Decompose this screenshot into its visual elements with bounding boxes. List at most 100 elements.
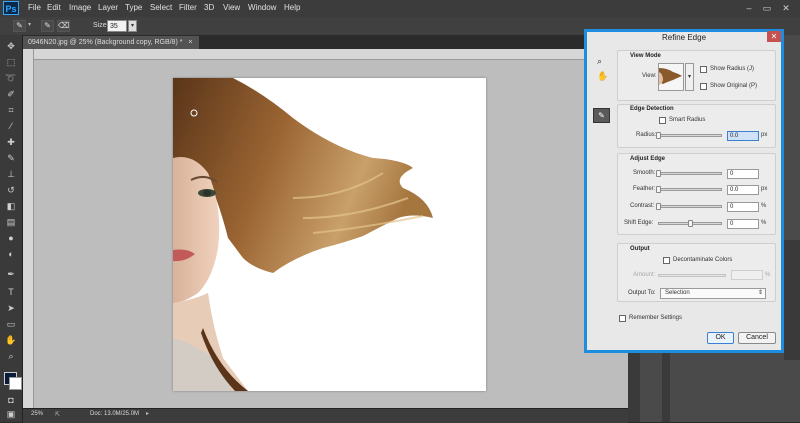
eyedropper-tool-icon[interactable]: ⁄ xyxy=(4,120,18,133)
feather-slider[interactable] xyxy=(658,188,722,191)
remember-settings-label: Remember Settings xyxy=(629,315,683,321)
blur-tool-icon[interactable]: ● xyxy=(4,232,18,245)
screen-mode-icon[interactable]: ▣ xyxy=(4,408,18,421)
zoom-tool-icon[interactable]: ⌕ xyxy=(4,350,18,363)
smart-radius-checkbox[interactable] xyxy=(659,117,666,124)
amount-slider xyxy=(658,274,726,277)
menu-window[interactable]: Window xyxy=(248,3,276,12)
shift-edge-input[interactable]: 0 xyxy=(727,219,759,229)
contrast-slider-handle[interactable] xyxy=(656,203,661,210)
feather-label: Feather: xyxy=(633,186,656,192)
path-select-tool-icon[interactable]: ➤ xyxy=(4,302,18,315)
radius-label: Radius: xyxy=(636,132,657,138)
menu-layer[interactable]: Layer xyxy=(98,3,118,12)
pen-tool-icon[interactable]: ✒ xyxy=(4,268,18,281)
contrast-input[interactable]: 0 xyxy=(727,202,759,212)
decontaminate-label: Decontaminate Colors xyxy=(673,257,733,263)
smooth-input[interactable]: 0 xyxy=(727,169,759,179)
portrait-image xyxy=(173,78,433,391)
erase-refinements-icon[interactable]: ⌫ xyxy=(57,20,70,32)
remember-settings-checkbox[interactable] xyxy=(619,315,626,322)
panel-dock xyxy=(784,240,800,360)
menu-help[interactable]: Help xyxy=(284,3,300,12)
size-input[interactable]: 35 xyxy=(107,20,127,32)
menu-3d[interactable]: 3D xyxy=(204,3,214,12)
gradient-tool-icon[interactable]: ▤ xyxy=(4,216,18,229)
menu-edit[interactable]: Edit xyxy=(47,3,61,12)
shift-edge-slider-handle[interactable] xyxy=(688,220,693,227)
amount-unit: % xyxy=(765,272,771,278)
dialog-close-icon[interactable]: ✕ xyxy=(767,31,781,42)
menu-select[interactable]: Select xyxy=(150,3,172,12)
document-tab[interactable]: 0946N20.jpg @ 25% (Background copy, RGB/… xyxy=(23,36,199,49)
hand-tool-icon[interactable]: ✋ xyxy=(4,334,18,347)
refine-radius-icon[interactable]: ✎ xyxy=(41,20,54,32)
marquee-tool-icon[interactable]: ⬚ xyxy=(4,56,18,69)
document-tab-title: 0946N20.jpg @ 25% (Background copy, RGB/… xyxy=(28,39,183,46)
eraser-tool-icon[interactable]: ◧ xyxy=(4,200,18,213)
refine-radius-tool-icon[interactable]: ✎ xyxy=(593,108,610,123)
background-color-swatch[interactable] xyxy=(9,377,22,390)
zoom-level[interactable]: 25% xyxy=(31,411,43,417)
view-thumbnail[interactable] xyxy=(658,63,684,91)
healing-tool-icon[interactable]: ✚ xyxy=(4,136,18,149)
output-to-label: Output To: xyxy=(628,290,656,296)
shape-tool-icon[interactable]: ▭ xyxy=(4,318,18,331)
ruler-horizontal xyxy=(23,49,628,60)
show-original-label: Show Original (P) xyxy=(710,83,758,89)
radius-unit: px xyxy=(761,132,768,138)
view-dropdown-icon[interactable]: ▾ xyxy=(685,63,694,91)
history-brush-tool-icon[interactable]: ↺ xyxy=(4,184,18,197)
size-dropdown-icon[interactable]: ▾ xyxy=(128,20,137,32)
radius-input[interactable]: 0.0 xyxy=(727,131,759,141)
hand-icon[interactable]: ✋ xyxy=(597,71,608,82)
view-thumbnail-image xyxy=(659,68,682,85)
chevron-down-icon[interactable]: ▾ xyxy=(28,21,31,28)
show-radius-label: Show Radius (J) xyxy=(710,66,755,72)
export-icon[interactable]: ⇱ xyxy=(55,411,60,418)
adjust-edge-heading: Adjust Edge xyxy=(630,156,666,162)
cancel-button[interactable]: Cancel xyxy=(738,332,776,344)
feather-slider-handle[interactable] xyxy=(656,186,661,193)
show-radius-checkbox[interactable] xyxy=(700,66,707,73)
brush-tool-icon[interactable]: ✎ xyxy=(4,152,18,165)
shift-edge-unit: % xyxy=(761,220,767,226)
output-to-select[interactable]: Selection ⇕ xyxy=(660,288,766,299)
ok-button[interactable]: OK xyxy=(707,332,734,344)
radius-slider-handle[interactable] xyxy=(656,132,661,139)
move-tool-icon[interactable]: ✥ xyxy=(4,40,18,53)
smart-radius-label: Smart Radius xyxy=(669,117,706,123)
menu-file[interactable]: File xyxy=(28,3,41,12)
smooth-slider-handle[interactable] xyxy=(656,170,661,177)
dodge-tool-icon[interactable]: ◐ xyxy=(4,248,18,261)
view-mode-heading: View Mode xyxy=(630,53,661,59)
amount-label: Amount: xyxy=(633,272,656,278)
quick-mask-icon[interactable]: ◘ xyxy=(4,394,18,407)
menu-image[interactable]: Image xyxy=(69,3,91,12)
lasso-tool-icon[interactable]: ➰ xyxy=(4,72,18,85)
maximize-icon[interactable]: ▭ xyxy=(760,2,774,14)
close-icon[interactable]: ✕ xyxy=(779,2,793,14)
close-tab-icon[interactable]: × xyxy=(188,39,192,46)
menu-view[interactable]: View xyxy=(223,3,240,12)
edge-detection-heading: Edge Detection xyxy=(630,106,674,112)
radius-slider[interactable] xyxy=(658,134,722,137)
select-arrows-icon: ⇕ xyxy=(758,290,764,296)
quick-select-tool-icon[interactable]: ✐ xyxy=(4,88,18,101)
status-menu-icon[interactable]: ▸ xyxy=(146,410,149,417)
contrast-slider[interactable] xyxy=(658,205,722,208)
feather-input[interactable]: 0.0 xyxy=(727,185,759,195)
stamp-tool-icon[interactable]: ⊥ xyxy=(4,168,18,181)
document-canvas[interactable] xyxy=(173,78,486,391)
decontaminate-checkbox[interactable] xyxy=(663,257,670,264)
show-original-checkbox[interactable] xyxy=(700,83,707,90)
doc-size-status: Doc: 13.0M/25.0M xyxy=(90,411,140,417)
zoom-icon[interactable]: ⌕ xyxy=(597,56,602,67)
crop-tool-icon[interactable]: ⌗ xyxy=(4,104,18,117)
brush-preset-icon[interactable]: ✎ xyxy=(13,20,26,32)
minimize-icon[interactable]: – xyxy=(742,2,756,14)
menu-filter[interactable]: Filter xyxy=(179,3,197,12)
smooth-slider[interactable] xyxy=(658,172,722,175)
type-tool-icon[interactable]: T xyxy=(4,286,18,299)
menu-type[interactable]: Type xyxy=(125,3,142,12)
